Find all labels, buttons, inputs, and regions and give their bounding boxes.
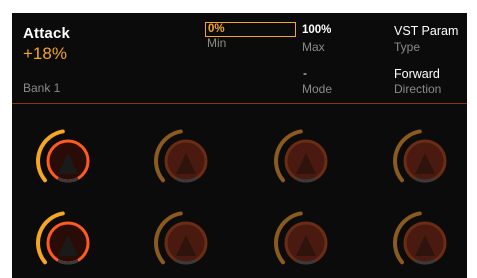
knob-grid — [12, 104, 467, 278]
knob-1[interactable] — [33, 126, 103, 196]
controller-display: Attack +18% Bank 1 0% Min 100% Max - Mod… — [12, 13, 467, 278]
knob-2[interactable] — [151, 126, 221, 196]
min-field[interactable]: 0% — [205, 22, 296, 37]
mode-value[interactable]: - — [303, 67, 307, 79]
knob-7[interactable] — [271, 208, 341, 278]
min-label: Min — [207, 36, 227, 50]
min-value: 0% — [208, 23, 225, 35]
mode-label: Mode — [302, 82, 333, 96]
bank-label: Bank 1 — [23, 81, 61, 95]
direction-label: Direction — [394, 82, 442, 96]
knob-4[interactable] — [390, 126, 460, 196]
knob-8[interactable] — [390, 208, 460, 278]
parameter-value: +18% — [23, 44, 67, 63]
parameter-name: Attack — [23, 25, 71, 42]
knob-6[interactable] — [151, 208, 221, 278]
direction-value[interactable]: Forward — [394, 68, 440, 81]
type-label: Type — [394, 40, 421, 54]
knob-5[interactable] — [33, 208, 103, 278]
max-value[interactable]: 100% — [302, 24, 331, 37]
knob-3[interactable] — [271, 126, 341, 196]
type-value[interactable]: VST Param — [394, 25, 458, 38]
max-label: Max — [302, 40, 325, 54]
